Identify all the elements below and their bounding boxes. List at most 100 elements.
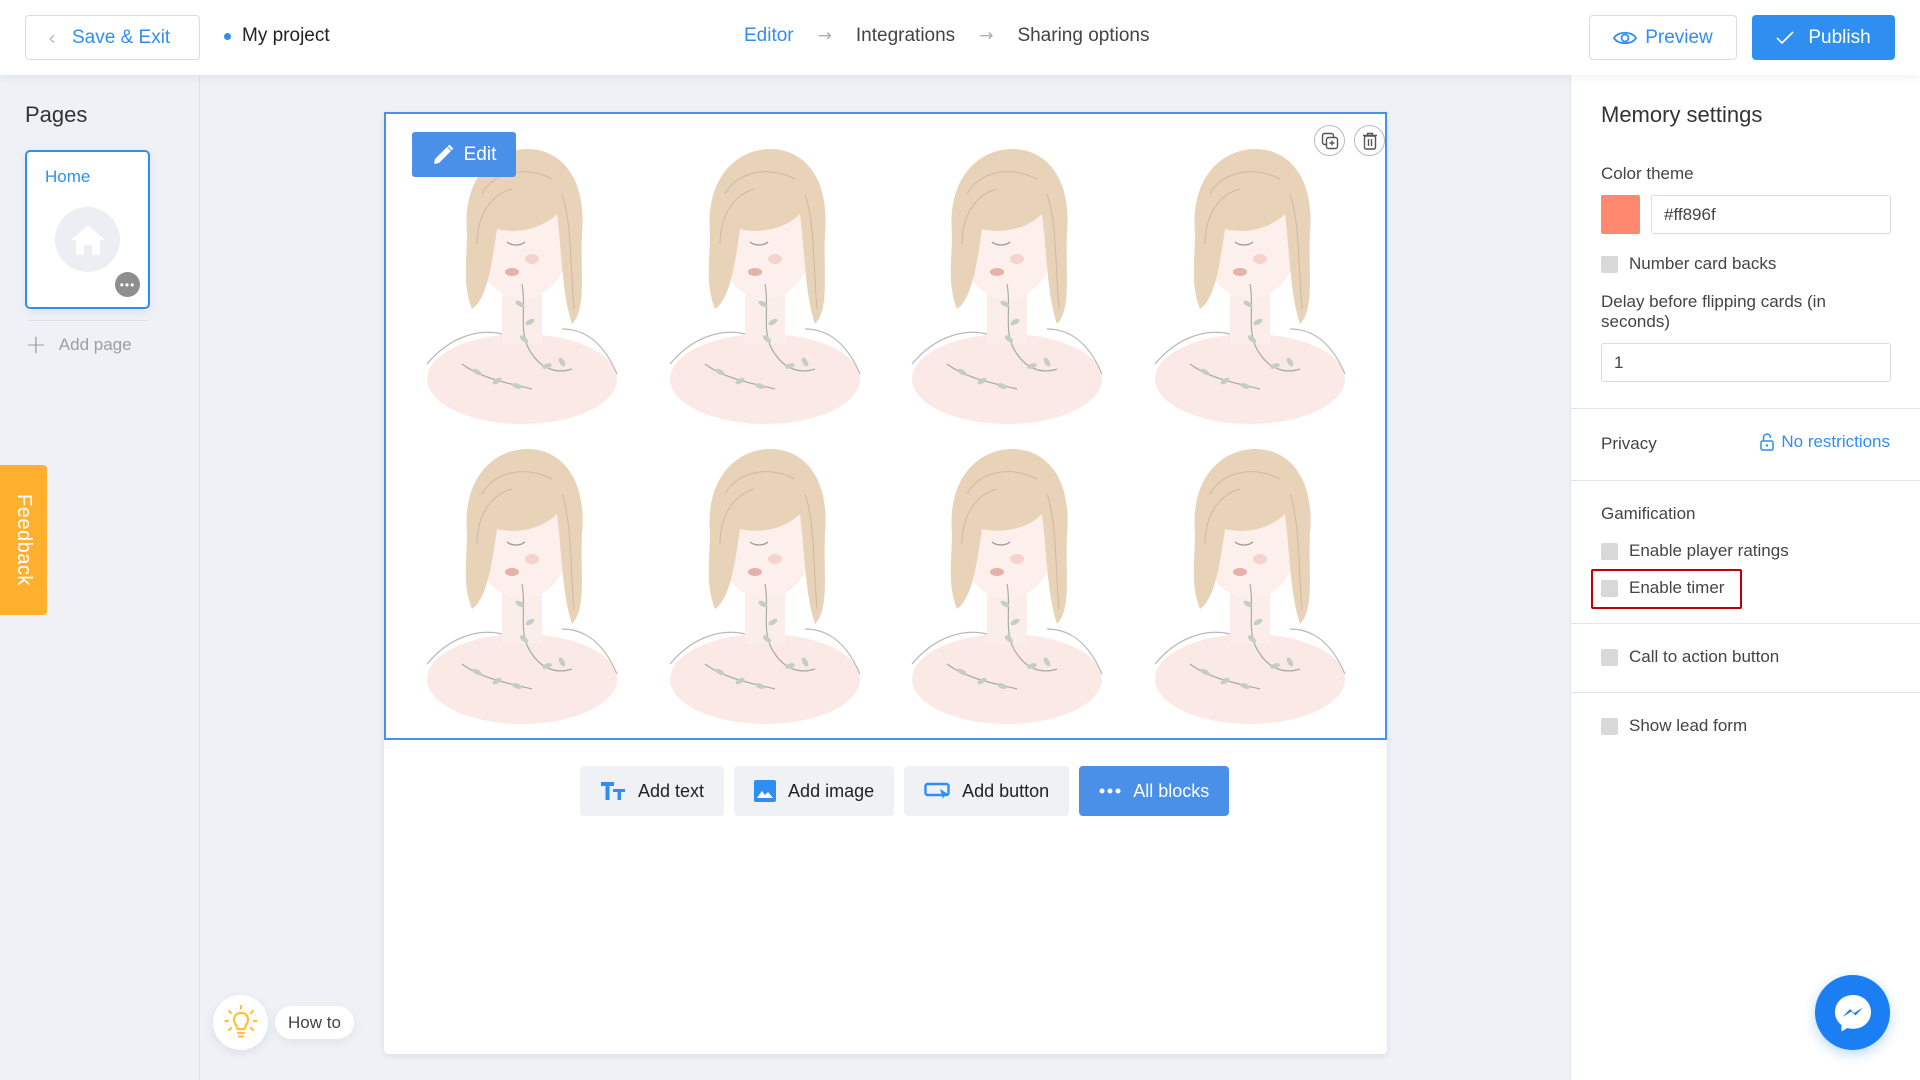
memory-card[interactable]	[644, 429, 887, 729]
edit-block-button[interactable]: Edit	[412, 132, 516, 177]
step-editor[interactable]: Editor	[744, 25, 794, 47]
checkbox-box[interactable]	[1601, 579, 1618, 597]
card-illustration-icon	[426, 449, 618, 724]
delay-input[interactable]	[1601, 343, 1891, 382]
enable-timer-label: Enable timer	[1629, 578, 1725, 597]
add-image-label: Add image	[788, 780, 875, 801]
privacy-value: No restrictions	[1781, 432, 1890, 451]
privacy-link[interactable]: No restrictions	[1760, 432, 1890, 452]
unlock-icon	[1760, 433, 1775, 451]
card-illustration-icon	[911, 149, 1103, 424]
publish-button[interactable]: Publish	[1752, 15, 1895, 60]
page-name: Home	[45, 167, 91, 186]
delay-label: Delay before flipping cards (in seconds)	[1601, 292, 1826, 331]
color-hex-input[interactable]	[1651, 195, 1891, 234]
color-theme-label: Color theme	[1601, 164, 1694, 183]
lightbulb-icon[interactable]	[213, 995, 268, 1050]
step-integrations[interactable]: Integrations	[856, 25, 955, 47]
preview-label: Preview	[1645, 26, 1713, 48]
add-button-label: Add button	[962, 780, 1050, 801]
project-status-dot-icon	[224, 32, 231, 40]
memory-card[interactable]	[644, 129, 887, 429]
add-text-label: Add text	[638, 780, 705, 801]
gamification-label: Gamification	[1601, 504, 1696, 523]
memory-card[interactable]	[401, 429, 644, 729]
image-icon	[754, 780, 777, 802]
page-card-home[interactable]: Home •••	[25, 150, 150, 309]
settings-panel: Memory settings Color theme Number card …	[1570, 75, 1920, 1080]
button-icon	[924, 782, 950, 799]
add-block-toolbar: Add text Add image Add button All blocks	[580, 766, 1230, 816]
save-exit-label: Save & Exit	[72, 26, 171, 48]
color-theme-row	[1601, 195, 1891, 234]
pages-title: Pages	[25, 102, 88, 127]
save-exit-button[interactable]: ‹ Save & Exit	[25, 15, 200, 60]
project-name: My project	[242, 25, 330, 46]
card-illustration-icon	[911, 449, 1103, 724]
home-icon	[55, 207, 120, 272]
plus-icon: +	[25, 330, 47, 360]
publish-label: Publish	[1808, 26, 1871, 48]
memory-game-block[interactable]: Edit	[384, 112, 1387, 740]
checkbox-box[interactable]	[1601, 255, 1618, 273]
memory-card[interactable]	[1129, 429, 1372, 729]
section-divider	[1571, 480, 1920, 481]
cta-button-checkbox[interactable]: Call to action button	[1601, 647, 1779, 667]
card-illustration-icon	[669, 149, 861, 424]
all-blocks-button[interactable]: All blocks	[1079, 766, 1230, 816]
text-icon	[601, 782, 625, 800]
color-swatch[interactable]	[1601, 195, 1640, 234]
delete-block-button[interactable]	[1354, 125, 1385, 156]
top-header: ‹ Save & Exit My project Editor → Integr…	[0, 0, 1920, 75]
chevron-left-icon: ‹	[48, 25, 56, 50]
project-title: My project	[224, 25, 330, 47]
memory-card[interactable]	[1129, 129, 1372, 429]
add-text-button[interactable]: Add text	[580, 766, 725, 816]
add-page-button[interactable]: + Add page	[25, 330, 132, 360]
add-page-label: Add page	[58, 335, 132, 354]
checkbox-box[interactable]	[1601, 542, 1618, 560]
memory-card[interactable]	[886, 129, 1129, 429]
pencil-icon	[433, 144, 454, 164]
messenger-icon	[1834, 994, 1871, 1031]
show-lead-form-checkbox[interactable]: Show lead form	[1601, 716, 1747, 736]
card-illustration-icon	[1154, 449, 1346, 724]
feedback-tab[interactable]: Feedback	[0, 465, 47, 615]
arrow-right-icon: →	[979, 26, 994, 46]
checkbox-box[interactable]	[1601, 717, 1618, 735]
trash-icon	[1362, 132, 1377, 150]
add-image-button[interactable]: Add image	[734, 766, 895, 816]
step-breadcrumb: Editor → Integrations → Sharing options	[744, 25, 1149, 47]
how-to-button[interactable]: How to	[275, 1006, 354, 1039]
card-illustration-icon	[426, 149, 618, 424]
number-card-backs-checkbox[interactable]: Number card backs	[1601, 254, 1776, 274]
enable-timer-checkbox[interactable]: Enable timer	[1601, 578, 1724, 598]
enable-player-ratings-label: Enable player ratings	[1629, 541, 1789, 560]
checkbox-box[interactable]	[1601, 648, 1618, 666]
all-blocks-label: All blocks	[1133, 780, 1210, 801]
memory-card-grid	[401, 129, 1371, 729]
page-more-options-icon[interactable]: •••	[115, 272, 140, 297]
section-divider	[1571, 623, 1920, 624]
section-divider	[1571, 692, 1920, 693]
feedback-label: Feedback	[13, 494, 35, 586]
editor-canvas: Edit Add text Add image Add button All b…	[384, 112, 1387, 1054]
arrow-right-icon: →	[817, 26, 832, 46]
memory-card[interactable]	[886, 429, 1129, 729]
card-illustration-icon	[669, 449, 861, 724]
messenger-chat-button[interactable]	[1815, 975, 1890, 1050]
add-button-button[interactable]: Add button	[904, 766, 1070, 816]
eye-icon	[1613, 31, 1638, 44]
enable-player-ratings-checkbox[interactable]: Enable player ratings	[1601, 541, 1789, 561]
edit-label: Edit	[463, 143, 497, 165]
lead-form-label: Show lead form	[1629, 716, 1748, 735]
check-icon	[1776, 30, 1794, 44]
step-sharing-options[interactable]: Sharing options	[1017, 25, 1149, 47]
cta-label: Call to action button	[1629, 647, 1780, 666]
duplicate-block-button[interactable]	[1314, 125, 1345, 156]
card-illustration-icon	[1154, 149, 1346, 424]
privacy-label: Privacy	[1601, 434, 1657, 453]
duplicate-icon	[1321, 132, 1338, 149]
sidebar-divider	[28, 320, 148, 321]
preview-button[interactable]: Preview	[1589, 15, 1737, 60]
